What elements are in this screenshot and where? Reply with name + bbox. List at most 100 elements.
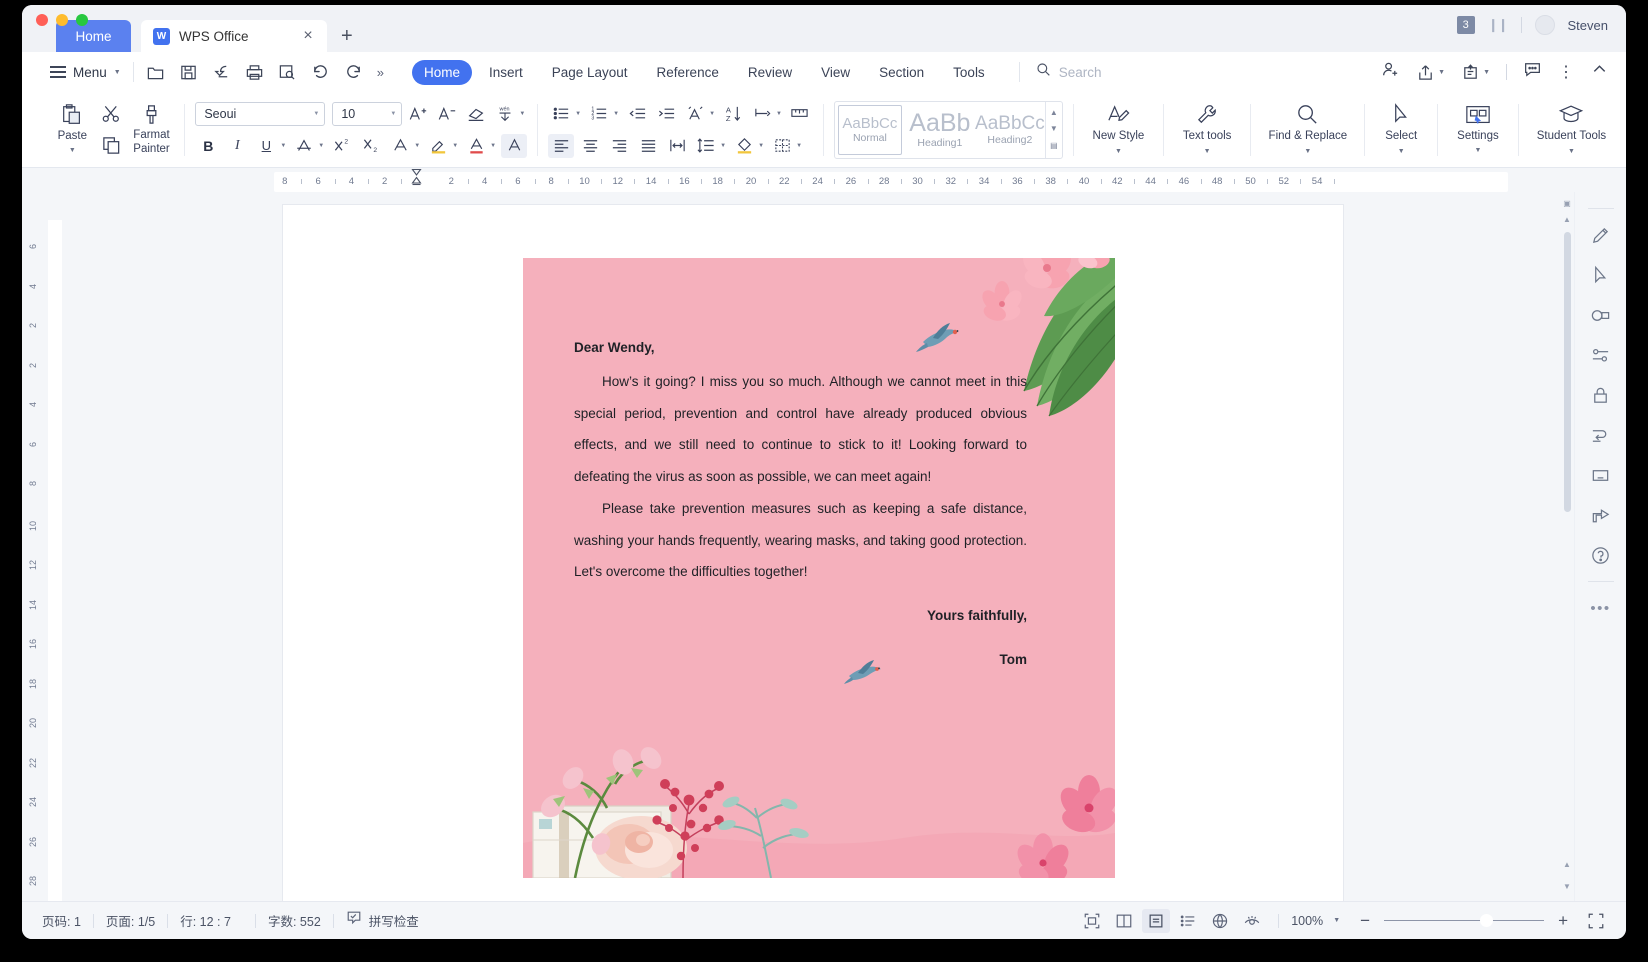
text-box-icon[interactable]: [1581, 455, 1621, 495]
comment-icon[interactable]: [1523, 60, 1542, 84]
cursor-select-icon[interactable]: [1581, 255, 1621, 295]
indent-marker[interactable]: [411, 168, 422, 186]
scroll-down-icon[interactable]: ▼: [1050, 125, 1058, 133]
vertical-scrollbar[interactable]: ▣ ▲ ▲ ▼: [1560, 192, 1574, 901]
highlight-color-icon[interactable]: [425, 134, 451, 158]
two-page-view-icon[interactable]: [1110, 909, 1138, 933]
copy-icon[interactable]: [99, 134, 125, 158]
chevron-down-icon[interactable]: ▼: [758, 143, 764, 149]
text-tools-button[interactable]: Text tools ▼: [1174, 102, 1240, 156]
collapse-ribbon-icon[interactable]: [1591, 61, 1608, 83]
redo-icon[interactable]: [344, 63, 363, 82]
format-painter-button[interactable]: Farmat Painter: [129, 103, 175, 155]
distribute-text-icon[interactable]: [664, 134, 690, 158]
spell-check-button[interactable]: 拼写检查: [334, 910, 431, 931]
zoom-in-button[interactable]: +: [1548, 912, 1578, 929]
scrollbar-thumb[interactable]: [1563, 232, 1571, 512]
word-count-status[interactable]: 字数: 552: [256, 911, 333, 930]
ruler-icon[interactable]: [787, 102, 813, 126]
increase-font-size-icon[interactable]: [405, 102, 431, 126]
tab-view[interactable]: View: [809, 60, 862, 85]
numbered-list-icon[interactable]: 123: [586, 102, 612, 126]
tab-tools[interactable]: Tools: [941, 60, 997, 85]
print-preview-icon[interactable]: [278, 63, 297, 82]
smart-typesetting-icon[interactable]: [682, 102, 708, 126]
paste-button[interactable]: Paste ▼: [48, 103, 97, 156]
chevron-down-icon[interactable]: ▼: [709, 111, 715, 117]
pen-tool-icon[interactable]: [1581, 215, 1621, 255]
strikethrough-icon[interactable]: [291, 134, 317, 158]
tab-review[interactable]: Review: [736, 60, 804, 85]
close-window-button[interactable]: [36, 14, 48, 26]
chevron-down-icon[interactable]: ▼: [776, 111, 782, 117]
tab-section[interactable]: Section: [867, 60, 936, 85]
decrease-indent-icon[interactable]: [624, 102, 650, 126]
chevron-down-icon[interactable]: ▼: [575, 111, 581, 117]
close-icon[interactable]: ×: [299, 28, 317, 44]
chevron-down-icon[interactable]: ▼: [280, 143, 286, 149]
font-name-combobox[interactable]: Seoui ▼: [195, 101, 326, 126]
scroll-split-icon[interactable]: ▣: [1563, 196, 1571, 212]
tab-count-badge[interactable]: 3: [1456, 15, 1475, 35]
document-page[interactable]: Dear Wendy, How’s it going? I miss you s…: [283, 205, 1343, 901]
style-normal[interactable]: AaBbCc Normal: [837, 104, 902, 155]
phonetic-guide-icon[interactable]: wén: [492, 102, 518, 126]
reading-view-icon[interactable]: [1238, 909, 1266, 933]
help-icon[interactable]: [1581, 535, 1621, 575]
italic-icon[interactable]: I: [224, 134, 250, 158]
sort-icon[interactable]: AZ: [720, 102, 746, 126]
search-input[interactable]: [1058, 64, 1259, 80]
user-name[interactable]: Steven: [1568, 18, 1608, 33]
style-heading1[interactable]: AaBb Heading1: [905, 102, 975, 158]
student-tools-button[interactable]: Student Tools ▼: [1529, 102, 1614, 156]
shapes-icon[interactable]: [1581, 295, 1621, 335]
bold-icon[interactable]: B: [195, 134, 221, 158]
style-gallery[interactable]: AaBbCc Normal AaBb Heading1 AaBbCc Headi…: [833, 100, 1063, 159]
page-count-status[interactable]: 页面: 1/5: [94, 911, 167, 930]
scroll-up-icon[interactable]: ▲: [1050, 108, 1058, 117]
style-gallery-scrollbar[interactable]: ▲ ▼ ▤: [1044, 101, 1062, 158]
tab-list-icon[interactable]: ❙❙: [1488, 17, 1509, 33]
scroll-up-icon[interactable]: ▲: [1563, 212, 1571, 228]
print-icon[interactable]: [245, 63, 264, 82]
settings-button[interactable]: Settings ▼: [1448, 103, 1508, 156]
letter-text-block[interactable]: Dear Wendy, How’s it going? I miss you s…: [574, 340, 1027, 675]
menu-button[interactable]: Menu ▼: [50, 65, 121, 80]
add-collaborator-icon[interactable]: [1381, 60, 1400, 84]
share-icon[interactable]: ▼: [1416, 63, 1445, 82]
show-paragraph-marks-icon[interactable]: [749, 102, 775, 126]
expand-gallery-icon[interactable]: ▤: [1050, 142, 1058, 150]
more-horizontal-icon[interactable]: •••: [1581, 588, 1621, 628]
increase-indent-icon[interactable]: [653, 102, 679, 126]
print-layout-view-icon[interactable]: [1142, 908, 1171, 933]
line-column-status[interactable]: 行: 12 : 7: [168, 911, 243, 930]
more-icon[interactable]: »: [377, 65, 384, 80]
zoom-slider-knob[interactable]: [1480, 913, 1494, 927]
paragraph-shading-icon[interactable]: [731, 134, 757, 158]
tab-insert[interactable]: Insert: [477, 60, 535, 85]
tab-reference[interactable]: Reference: [645, 60, 731, 85]
new-style-button[interactable]: New Style ▼: [1084, 102, 1153, 156]
underline-icon[interactable]: U: [253, 134, 279, 158]
document-canvas[interactable]: Dear Wendy, How’s it going? I miss you s…: [66, 192, 1560, 901]
page-number-status[interactable]: 页码: 1: [42, 911, 93, 930]
font-color-icon[interactable]: [463, 134, 489, 158]
text-effects-icon[interactable]: [387, 134, 413, 158]
share-export-icon[interactable]: [1581, 495, 1621, 535]
avatar[interactable]: [1534, 15, 1555, 35]
next-page-icon[interactable]: ▼: [1563, 879, 1571, 895]
plus-icon[interactable]: +: [341, 25, 353, 48]
chevron-down-icon[interactable]: ▼: [1333, 917, 1340, 924]
font-size-combobox[interactable]: 10 ▼: [332, 101, 403, 126]
text-wrap-icon[interactable]: [1581, 415, 1621, 455]
chevron-down-icon[interactable]: ▼: [720, 143, 726, 149]
minimize-window-button[interactable]: [56, 14, 68, 26]
zoom-out-button[interactable]: −: [1350, 912, 1380, 929]
align-justify-icon[interactable]: [635, 134, 661, 158]
vertical-ruler[interactable]: 6 4 2 2 4 6 8 10 12 14 16 18 20 22 24 26 28: [22, 192, 66, 901]
superscript-icon[interactable]: 2: [329, 134, 355, 158]
chevron-down-icon[interactable]: ▼: [452, 143, 458, 149]
tab-home[interactable]: Home: [411, 59, 472, 85]
style-heading2[interactable]: AaBbCc Heading2: [975, 102, 1045, 158]
borders-icon[interactable]: [769, 134, 795, 158]
